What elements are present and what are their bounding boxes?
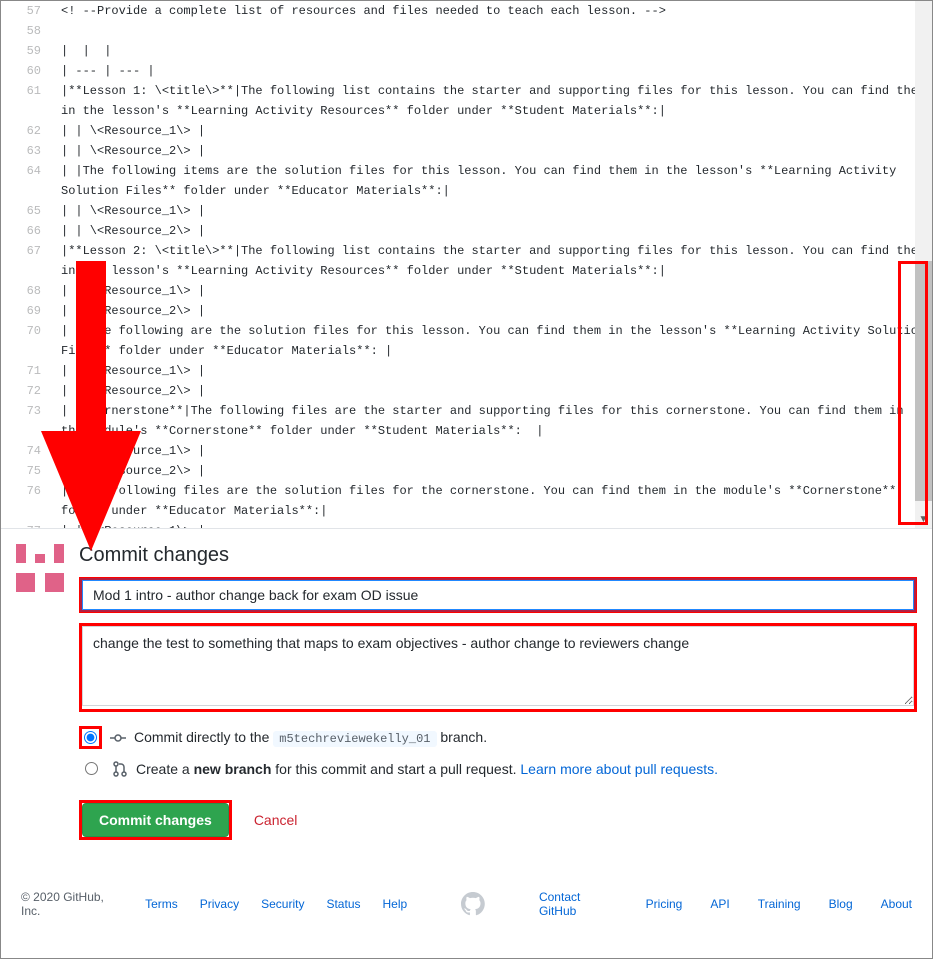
line-number: 66 <box>1 221 41 241</box>
code-line: | | \<Resource_1\> | <box>61 441 932 461</box>
code-line: | **Cornerstone**|The following files ar… <box>61 401 932 441</box>
line-number: 58 <box>1 21 41 41</box>
code-line: | | \<Resource_2\> | <box>61 141 932 161</box>
line-number: 68 <box>1 281 41 301</box>
footer-link-about[interactable]: About <box>881 897 912 911</box>
footer-link-api[interactable]: API <box>710 897 729 911</box>
line-number: 77 <box>1 521 41 529</box>
radio-new-branch-row[interactable]: Create a new branch for this commit and … <box>79 753 917 784</box>
line-number-gutter: 5758596061 626364 656667 686970 717273 7… <box>1 1 51 528</box>
code-line: | |The following items are the solution … <box>61 161 932 201</box>
radio-direct-label: Commit directly to the m5techreviewekell… <box>134 729 487 746</box>
commit-heading: Commit changes <box>79 544 917 567</box>
annotation-radio-highlight <box>79 726 102 749</box>
footer-copyright: © 2020 GitHub, Inc. <box>21 890 123 918</box>
line-number: 76 <box>1 481 41 501</box>
scrollbar-thumb[interactable] <box>915 261 932 501</box>
commit-changes-button[interactable]: Commit changes <box>82 803 229 837</box>
footer-link-blog[interactable]: Blog <box>829 897 853 911</box>
page-footer: © 2020 GitHub, Inc. Terms Privacy Securi… <box>1 860 932 958</box>
line-number: 69 <box>1 301 41 321</box>
line-number: 67 <box>1 241 41 261</box>
code-line: <! --Provide a complete list of resource… <box>61 1 932 21</box>
line-number: 72 <box>1 381 41 401</box>
line-number: 70 <box>1 321 41 341</box>
line-number: 73 <box>1 401 41 421</box>
line-number: 63 <box>1 141 41 161</box>
learn-pr-link[interactable]: Learn more about pull requests. <box>520 761 718 777</box>
code-line: |**Lesson 1: \<title\>**|The following l… <box>61 81 932 121</box>
footer-link-pricing[interactable]: Pricing <box>646 897 683 911</box>
line-number: 74 <box>1 441 41 461</box>
code-line: | |The following files are the solution … <box>61 481 932 521</box>
github-logo-icon <box>461 892 485 916</box>
annotation-desc-highlight: change the test to something that maps t… <box>79 623 917 712</box>
code-line: | | \<Resource_2\> | <box>61 381 932 401</box>
annotation-commit-button-highlight: Commit changes <box>79 800 232 840</box>
code-line: |**Lesson 2: \<title\>**|The following l… <box>61 241 932 281</box>
footer-link-privacy[interactable]: Privacy <box>200 897 239 911</box>
code-line: | | \<Resource_1\> | <box>61 201 932 221</box>
code-line: | | \<Resource_2\> | <box>61 221 932 241</box>
footer-link-status[interactable]: Status <box>326 897 360 911</box>
code-line: | | \<Resource_2\> | <box>61 461 932 481</box>
code-line: | | \<Resource_1\> | <box>61 121 932 141</box>
line-number: 62 <box>1 121 41 141</box>
line-number: 61 <box>1 81 41 101</box>
code-line: | | \<Resource_2\> | <box>61 301 932 321</box>
code-editor: 5758596061 626364 656667 686970 717273 7… <box>1 1 932 529</box>
code-line: | | | <box>61 41 932 61</box>
cancel-button[interactable]: Cancel <box>242 804 310 836</box>
footer-link-terms[interactable]: Terms <box>145 897 178 911</box>
line-number: 60 <box>1 61 41 81</box>
footer-link-help[interactable]: Help <box>383 897 408 911</box>
line-number: 59 <box>1 41 41 61</box>
line-number: 57 <box>1 1 41 21</box>
code-line <box>61 21 932 41</box>
scrollbar-down-button[interactable]: ▼ <box>915 511 932 528</box>
code-content[interactable]: <! --Provide a complete list of resource… <box>51 1 932 528</box>
commit-description-input[interactable]: change the test to something that maps t… <box>82 626 914 706</box>
code-line: | | \<Resource_1\> | <box>61 361 932 381</box>
radio-branch-label: Create a new branch for this commit and … <box>136 761 718 777</box>
git-pull-request-icon <box>112 761 128 777</box>
annotation-title-highlight <box>79 577 917 613</box>
code-line: | --- | --- | <box>61 61 932 81</box>
footer-link-security[interactable]: Security <box>261 897 304 911</box>
avatar <box>16 544 64 592</box>
commit-title-input[interactable] <box>82 580 914 610</box>
code-line: | | The following are the solution files… <box>61 321 932 361</box>
commit-panel: Commit changes change the test to someth… <box>1 529 932 860</box>
line-number: 65 <box>1 201 41 221</box>
code-line: | | \<Resource_1\> | <box>61 281 932 301</box>
git-commit-icon <box>110 730 126 746</box>
radio-new-branch[interactable] <box>85 762 98 775</box>
line-number: 75 <box>1 461 41 481</box>
line-number: 64 <box>1 161 41 181</box>
code-line: | | \<Resource_1\> | <box>61 521 932 528</box>
radio-commit-direct[interactable] <box>84 731 97 744</box>
footer-link-training[interactable]: Training <box>758 897 801 911</box>
commit-target-options: Commit directly to the m5techreviewekell… <box>79 722 917 784</box>
branch-chip: m5techreviewekelly_01 <box>273 731 436 747</box>
radio-commit-direct-row[interactable]: Commit directly to the m5techreviewekell… <box>79 722 917 753</box>
footer-link-contact[interactable]: Contact GitHub <box>539 890 618 918</box>
line-number: 71 <box>1 361 41 381</box>
